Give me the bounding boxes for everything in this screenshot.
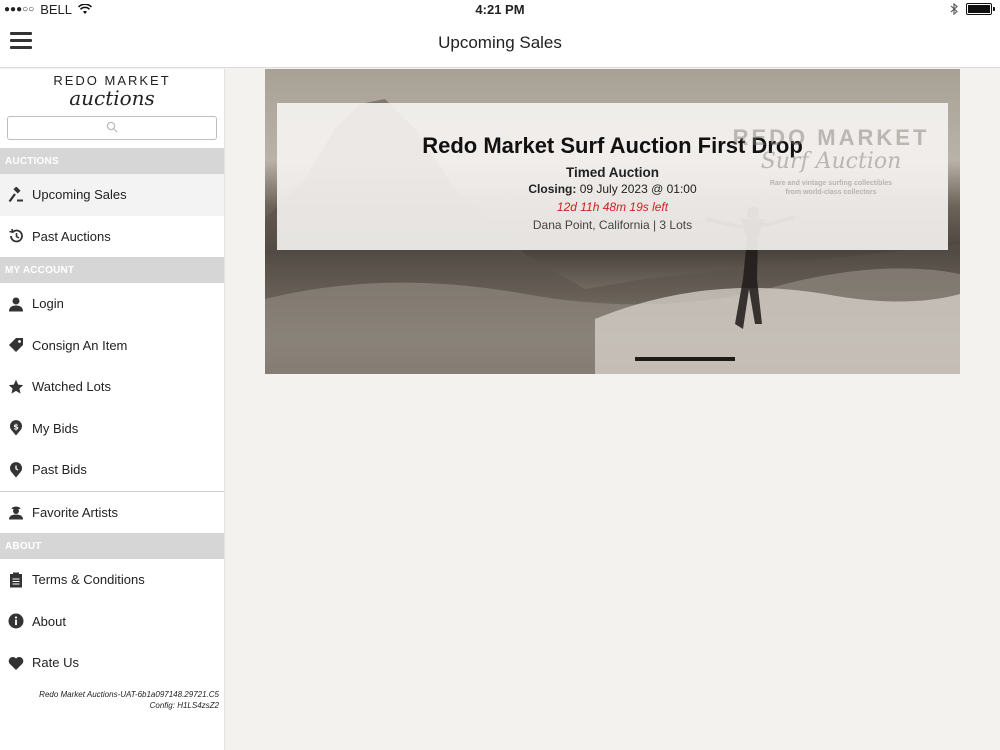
section-header-auctions: AUCTIONS — [0, 148, 224, 174]
sidebar-item-label: Past Bids — [32, 462, 87, 478]
sidebar-item-label: Login — [32, 296, 64, 312]
sidebar-item-consign[interactable]: Consign An Item — [0, 325, 224, 367]
sidebar-item-label: Terms & Conditions — [32, 572, 145, 588]
sidebar-item-watched-lots[interactable]: Watched Lots — [0, 366, 224, 408]
sidebar-item-upcoming-sales[interactable]: Upcoming Sales — [0, 174, 224, 216]
page-title: Upcoming Sales — [438, 33, 562, 52]
sidebar-item-past-bids[interactable]: Past Bids — [0, 449, 224, 491]
star-icon — [8, 379, 24, 395]
sidebar-item-label: Past Auctions — [32, 228, 111, 244]
sidebar-item-rate-us[interactable]: Rate Us — [0, 642, 224, 684]
sidebar-item-label: Favorite Artists — [32, 504, 118, 520]
clock: 4:21 PM — [475, 2, 525, 17]
logo: REDO MARKET auctions — [0, 69, 224, 113]
sidebar-item-label: My Bids — [32, 420, 79, 436]
sidebar-item-label: Rate Us — [32, 655, 79, 671]
tag-icon — [8, 337, 24, 353]
user-icon — [8, 296, 24, 312]
clock-pin-icon — [8, 461, 24, 478]
logo-script: auctions — [69, 86, 155, 110]
location-lots: Dana Point, California | 3 Lots — [532, 218, 693, 232]
info-icon — [8, 613, 24, 629]
svg-text:$: $ — [13, 423, 19, 432]
sidebar: REDO MARKET auctions AUCTIONS Upcoming S… — [0, 69, 225, 750]
version-config: Config: H1LS4zsZ2 — [149, 701, 219, 710]
sidebar-item-about[interactable]: About — [0, 601, 224, 643]
battery-icon — [966, 3, 995, 15]
auction-info-overlay: REDO MARKET Surf Auction Rare and vintag… — [277, 103, 948, 250]
sidebar-item-label: About — [32, 613, 66, 629]
main-content: REDO MARKET Surf Auction Rare and vintag… — [226, 69, 1000, 750]
sidebar-item-terms[interactable]: Terms & Conditions — [0, 559, 224, 601]
sidebar-item-my-bids[interactable]: $ My Bids — [0, 408, 224, 450]
gavel-icon — [8, 186, 24, 203]
version-info: Redo Market Auctions-UAT-6b1a097148.2972… — [39, 689, 219, 711]
sidebar-item-past-auctions[interactable]: Past Auctions — [0, 216, 224, 258]
search-input[interactable] — [7, 116, 217, 140]
time-left: 12d 11h 48m 19s left — [556, 200, 669, 214]
artist-icon — [8, 504, 24, 520]
section-header-my-account: MY ACCOUNT — [0, 257, 224, 283]
section-header-about: ABOUT — [0, 533, 224, 559]
heart-icon — [8, 655, 24, 671]
clipboard-icon — [8, 572, 24, 588]
nav-bar: Upcoming Sales — [0, 20, 1000, 68]
surf-auction-watermark: REDO MARKET Surf Auction Rare and vintag… — [732, 125, 930, 196]
closing-label: Closing: — [528, 182, 577, 196]
bid-pin-icon: $ — [8, 420, 24, 436]
sidebar-item-login[interactable]: Login — [0, 283, 224, 325]
sidebar-item-label: Upcoming Sales — [32, 187, 127, 203]
bluetooth-icon — [950, 3, 958, 15]
sidebar-item-label: Watched Lots — [32, 379, 112, 395]
sidebar-item-favorite-artists[interactable]: Favorite Artists — [0, 492, 224, 534]
history-icon — [8, 228, 24, 244]
version-build: Redo Market Auctions-UAT-6b1a097148.2972… — [39, 690, 219, 699]
sidebar-item-label: Consign An Item — [32, 337, 128, 353]
search-icon — [106, 121, 118, 133]
closing-value: 09 July 2023 @ 01:00 — [579, 182, 697, 196]
auction-banner[interactable]: REDO MARKET Surf Auction Rare and vintag… — [265, 69, 960, 374]
status-bar: ●●●○○ BELL 4:21 PM — [0, 0, 1000, 20]
